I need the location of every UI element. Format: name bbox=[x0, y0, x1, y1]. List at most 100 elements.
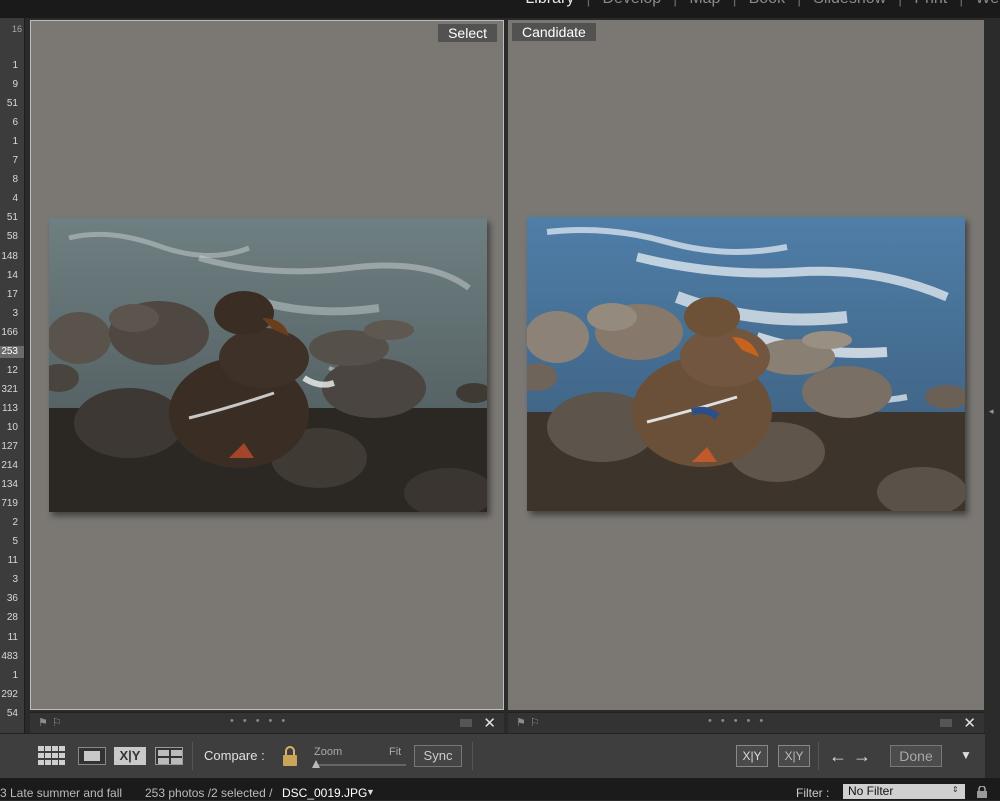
module-library[interactable]: Library bbox=[525, 0, 574, 8]
toolbar-divider bbox=[472, 742, 473, 770]
compare-label: Compare : bbox=[204, 748, 265, 763]
rating-stars[interactable]: ••••• bbox=[230, 715, 294, 727]
folder-count[interactable]: 11 bbox=[0, 555, 18, 567]
folder-name[interactable]: 3 Late summer and fall bbox=[0, 786, 122, 800]
folder-count[interactable]: 58 bbox=[0, 231, 18, 243]
filter-lock-icon[interactable] bbox=[976, 785, 988, 798]
zoom-slider-handle[interactable] bbox=[312, 760, 320, 768]
folder-count[interactable]: 1 bbox=[0, 60, 18, 72]
folder-count[interactable]: 134 bbox=[0, 479, 18, 491]
folder-count[interactable]: 166 bbox=[0, 327, 18, 339]
flag-pick-icon[interactable]: ⚑ bbox=[516, 716, 526, 729]
toolbar-divider bbox=[818, 742, 819, 770]
folder-count[interactable]: 1 bbox=[0, 136, 18, 148]
folder-count[interactable]: 17 bbox=[0, 289, 18, 301]
toolbar-menu-icon[interactable]: ▼ bbox=[956, 748, 976, 764]
folder-count[interactable]: 719 bbox=[0, 498, 18, 510]
candidate-label: Candidate bbox=[512, 23, 596, 41]
select-label: Select bbox=[438, 24, 497, 42]
folder-count[interactable]: 36 bbox=[0, 593, 18, 605]
folder-count[interactable]: 3 bbox=[0, 574, 18, 586]
folder-count[interactable]: 253 bbox=[0, 345, 24, 358]
file-name[interactable]: DSC_0019.JPG bbox=[282, 786, 367, 800]
color-label-icon[interactable] bbox=[940, 719, 952, 727]
lock-icon[interactable] bbox=[282, 745, 298, 767]
close-icon[interactable]: ✕ bbox=[963, 714, 976, 732]
toolbar-divider bbox=[192, 742, 193, 770]
folder-count[interactable]: 14 bbox=[0, 270, 18, 282]
folder-count[interactable]: 12 bbox=[0, 365, 18, 377]
fit-label: Fit bbox=[389, 746, 402, 758]
folder-count[interactable]: 2 bbox=[0, 517, 18, 529]
grid-icon bbox=[38, 746, 65, 765]
grid-view-button[interactable] bbox=[38, 746, 66, 766]
folder-count[interactable]: 127 bbox=[0, 441, 18, 453]
select-pane[interactable]: Select bbox=[30, 20, 504, 710]
zoom-label: Zoom bbox=[314, 746, 343, 758]
module-separator: | bbox=[673, 0, 677, 8]
toolbar: X|Y Compare : Zoom Fit Sync X|Y X|Y ← → … bbox=[0, 733, 985, 778]
toolbar-end bbox=[985, 733, 1000, 777]
module-web[interactable]: Web bbox=[975, 0, 1000, 8]
folder-count[interactable]: 51 bbox=[0, 212, 18, 224]
file-menu-icon[interactable]: ▼ bbox=[366, 787, 375, 797]
survey-view-button[interactable] bbox=[155, 747, 183, 765]
filter-label: Filter : bbox=[796, 786, 830, 800]
next-arrow-icon[interactable]: → bbox=[852, 745, 872, 767]
folder-count[interactable]: 3 bbox=[0, 308, 18, 320]
sync-button[interactable]: Sync bbox=[414, 745, 462, 767]
close-icon[interactable]: ✕ bbox=[483, 714, 496, 732]
status-bar: 3 Late summer and fall 253 photos /2 sel… bbox=[0, 778, 1000, 800]
flag-reject-icon[interactable]: ⚐ bbox=[52, 716, 62, 729]
folder-count[interactable]: 9 bbox=[0, 79, 18, 91]
folder-count[interactable]: 321 bbox=[0, 384, 18, 396]
module-slideshow[interactable]: Slideshow bbox=[813, 0, 886, 8]
rating-stars[interactable]: ••••• bbox=[708, 715, 772, 727]
folder-count[interactable]: 214 bbox=[0, 460, 18, 472]
flag-reject-icon[interactable]: ⚐ bbox=[530, 716, 540, 729]
module-separator: | bbox=[959, 0, 963, 8]
module-print[interactable]: Print bbox=[914, 0, 947, 8]
candidate-pane[interactable]: Candidate bbox=[508, 20, 984, 710]
done-button[interactable]: Done bbox=[890, 745, 942, 767]
swap-button[interactable]: X|Y bbox=[736, 745, 768, 767]
folder-count[interactable]: 51 bbox=[0, 98, 18, 110]
module-develop[interactable]: Develop bbox=[602, 0, 661, 8]
select-pane-footer: ⚑ ⚐ ••••• ✕ bbox=[30, 712, 504, 733]
sort-header[interactable]: 16 bbox=[0, 24, 22, 34]
folder-count-strip: 16 1 9 51 6 1 7 8 4 51 58 148 14 17 3 166 253 12 321 113 10… bbox=[0, 18, 25, 740]
folder-count[interactable]: 7 bbox=[0, 155, 18, 167]
make-select-button[interactable]: X|Y bbox=[778, 745, 810, 767]
compare-view-button[interactable]: X|Y bbox=[114, 747, 146, 765]
folder-count[interactable]: 113 bbox=[0, 403, 18, 415]
folder-count[interactable]: 483 bbox=[0, 651, 18, 663]
right-panel-collapsed[interactable]: ◂ bbox=[985, 18, 1000, 740]
color-label-icon[interactable] bbox=[460, 719, 472, 727]
filter-stepper-icon[interactable]: ⇕ bbox=[952, 785, 959, 794]
flag-pick-icon[interactable]: ⚑ bbox=[38, 716, 48, 729]
folder-count[interactable]: 11 bbox=[0, 632, 18, 644]
folder-count[interactable]: 54 bbox=[0, 708, 18, 720]
module-book[interactable]: Book bbox=[749, 0, 785, 8]
filter-select[interactable]: No Filter bbox=[843, 784, 965, 799]
folder-count[interactable]: 28 bbox=[0, 612, 18, 624]
folder-count[interactable]: 4 bbox=[0, 193, 18, 205]
photo-count: 253 photos /2 selected / bbox=[145, 786, 273, 800]
folder-count[interactable]: 6 bbox=[0, 117, 18, 129]
module-map[interactable]: Map bbox=[689, 0, 720, 8]
folder-count[interactable]: 8 bbox=[0, 174, 18, 186]
zoom-slider[interactable] bbox=[314, 764, 406, 766]
candidate-photo[interactable] bbox=[527, 217, 965, 511]
module-separator: | bbox=[797, 0, 801, 8]
module-separator: | bbox=[586, 0, 590, 8]
previous-arrow-icon[interactable]: ← bbox=[828, 745, 848, 767]
folder-count[interactable]: 10 bbox=[0, 422, 18, 434]
folder-count[interactable]: 292 bbox=[0, 689, 18, 701]
select-photo[interactable] bbox=[49, 218, 487, 512]
folder-count[interactable]: 1 bbox=[0, 670, 18, 682]
candidate-pane-footer: ⚑ ⚐ ••••• ✕ bbox=[508, 712, 984, 733]
folder-count[interactable]: 148 bbox=[0, 251, 18, 263]
panel-toggle-icon[interactable]: ◂ bbox=[989, 406, 994, 417]
folder-count[interactable]: 5 bbox=[0, 536, 18, 548]
loupe-view-button[interactable] bbox=[78, 747, 106, 765]
